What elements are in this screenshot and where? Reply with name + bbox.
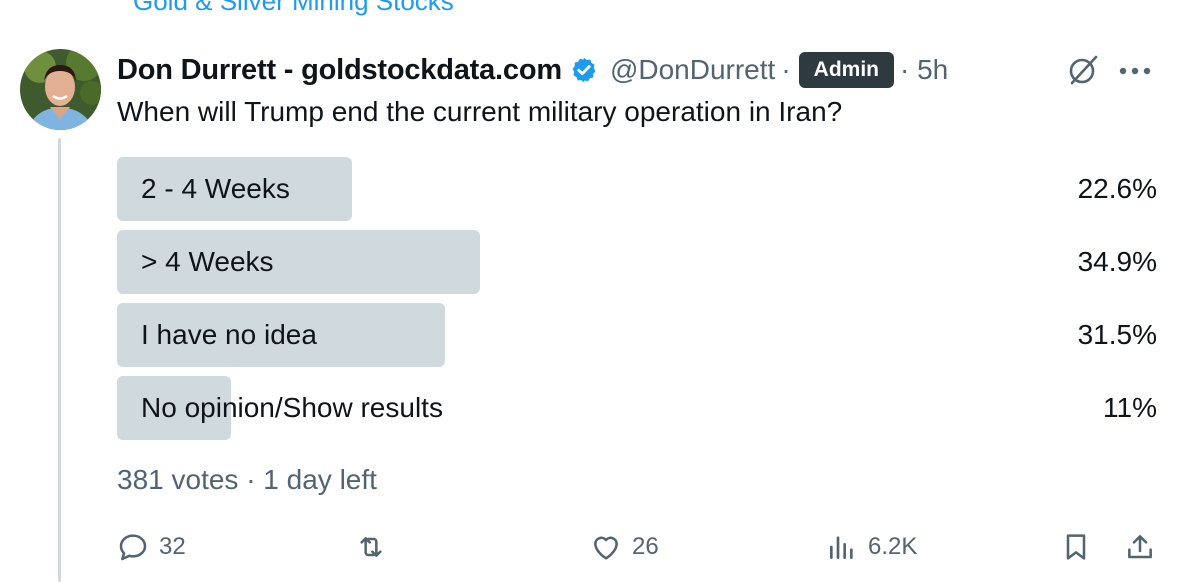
verified-badge-icon — [572, 57, 596, 83]
community-link[interactable]: Gold & Silver Mining Stocks — [133, 0, 454, 17]
poll-option-percent: 34.9% — [1077, 246, 1157, 277]
poll: 2 - 4 Weeks 22.6% > 4 Weeks 34.9% I have… — [117, 157, 1157, 449]
author-name[interactable]: Don Durrett - goldstockdata.com — [117, 54, 562, 87]
bookmark-button[interactable] — [1060, 528, 1092, 566]
poll-option[interactable]: 2 - 4 Weeks 22.6% — [117, 157, 1157, 221]
poll-option-label: > 4 Weeks — [141, 246, 274, 277]
poll-option[interactable]: No opinion/Show results 11% — [117, 376, 1157, 440]
tweet-text: When will Trump end the current military… — [117, 96, 843, 127]
tweet-header: Don Durrett - goldstockdata.com @DonDurr… — [117, 50, 948, 90]
poll-option-percent: 31.5% — [1077, 319, 1157, 350]
more-icon[interactable] — [1118, 66, 1152, 76]
bookmark-icon — [1066, 534, 1086, 560]
author-handle[interactable]: @DonDurrett — [610, 54, 775, 86]
post-time[interactable]: · 5h — [900, 54, 948, 86]
reply-button[interactable]: 32 — [117, 528, 186, 566]
avatar[interactable] — [20, 49, 101, 130]
views-button[interactable]: 6.2K — [826, 528, 917, 566]
retweet-icon — [360, 537, 382, 557]
like-count: 26 — [632, 533, 659, 560]
share-button[interactable] — [1124, 528, 1156, 566]
reply-count: 32 — [159, 533, 186, 560]
views-icon — [830, 536, 853, 559]
views-count: 6.2K — [868, 533, 918, 560]
poll-option-label: 2 - 4 Weeks — [141, 173, 290, 204]
poll-option[interactable]: > 4 Weeks 34.9% — [117, 230, 1157, 294]
thread-line — [58, 138, 61, 582]
grok-icon[interactable] — [1066, 53, 1100, 87]
admin-badge: Admin — [798, 52, 894, 88]
poll-option-percent: 22.6% — [1077, 173, 1157, 204]
poll-meta: 381 votes · 1 day left — [117, 464, 377, 495]
separator-dot: · — [781, 54, 791, 85]
like-button[interactable]: 26 — [590, 528, 659, 566]
reply-icon — [119, 534, 147, 561]
poll-option-label: I have no idea — [141, 319, 317, 350]
retweet-button[interactable] — [355, 528, 387, 566]
share-icon — [1128, 535, 1152, 559]
poll-option-label: No opinion/Show results — [141, 392, 443, 423]
like-icon — [594, 536, 618, 560]
avatar-image — [20, 49, 101, 130]
poll-option[interactable]: I have no idea 31.5% — [117, 303, 1157, 367]
poll-option-percent: 11% — [1103, 392, 1157, 423]
